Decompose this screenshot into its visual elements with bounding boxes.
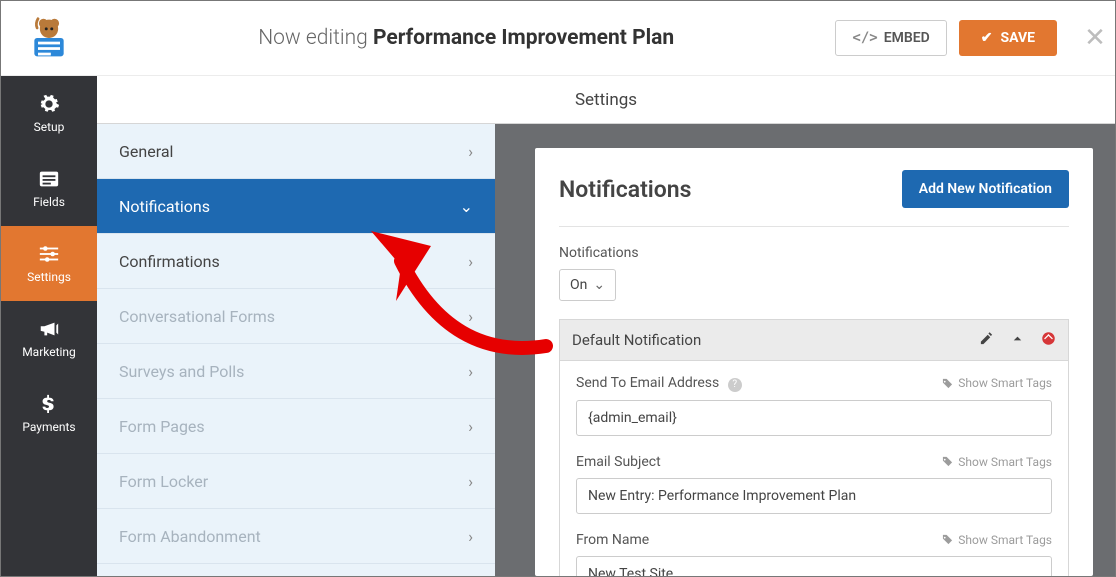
email-subject-label: Email Subject	[576, 454, 661, 470]
submenu-confirmations[interactable]: Confirmations ›	[97, 234, 495, 289]
check-icon: ✔	[981, 30, 993, 46]
chevron-up-icon[interactable]	[1010, 331, 1025, 350]
editor-header: Now editing Performance Improvement Plan…	[1, 1, 1115, 76]
tag-icon	[942, 456, 953, 467]
send-to-email-input[interactable]	[576, 400, 1052, 436]
chevron-right-icon: ›	[468, 362, 473, 381]
default-notification-body: Send To Email Address ? Show Smart Tags …	[559, 361, 1069, 576]
chevron-right-icon: ›	[468, 472, 473, 491]
code-icon: </>	[852, 30, 877, 46]
chevron-right-icon: ›	[468, 417, 473, 436]
dollar-icon	[38, 393, 60, 415]
chevron-down-icon: ⌄	[460, 197, 473, 216]
tag-icon	[942, 534, 953, 545]
chevron-right-icon: ›	[468, 252, 473, 271]
chevron-right-icon: ›	[468, 142, 473, 161]
chevron-right-icon: ›	[468, 527, 473, 546]
settings-title-bar: Settings	[97, 76, 1115, 124]
panel-title: Notifications	[559, 176, 691, 203]
chevron-down-icon: ⌄	[593, 277, 605, 293]
from-name-input[interactable]	[576, 556, 1052, 577]
submenu-surveys-and-polls[interactable]: Surveys and Polls ›	[97, 344, 495, 399]
submenu-form-abandonment[interactable]: Form Abandonment ›	[97, 509, 495, 564]
show-smart-tags-button[interactable]: Show Smart Tags	[942, 376, 1052, 390]
notifications-panel: Notifications Add New Notification Notif…	[535, 148, 1093, 576]
submenu-general[interactable]: General ›	[97, 124, 495, 179]
now-editing-prefix: Now editing	[258, 26, 368, 50]
submenu-form-locker[interactable]: Form Locker ›	[97, 454, 495, 509]
delete-icon[interactable]	[1041, 331, 1056, 350]
submenu-form-pages[interactable]: Form Pages ›	[97, 399, 495, 454]
send-to-label: Send To Email Address ?	[576, 375, 742, 392]
close-editor-button[interactable]: ✕	[1075, 23, 1115, 53]
rail-tab-payments[interactable]: Payments	[1, 376, 97, 451]
list-icon	[38, 168, 60, 190]
gear-icon	[38, 93, 60, 115]
submenu-notifications[interactable]: Notifications ⌄	[97, 179, 495, 234]
from-name-label: From Name	[576, 532, 649, 548]
notifications-toggle[interactable]: On ⌄	[559, 269, 616, 301]
embed-button[interactable]: </> EMBED	[835, 20, 946, 56]
help-icon[interactable]: ?	[728, 378, 742, 392]
settings-submenu: General › Notifications ⌄ Confirmations …	[97, 124, 495, 576]
default-notification-header[interactable]: Default Notification	[559, 319, 1069, 361]
tag-icon	[942, 378, 953, 389]
settings-canvas: Notifications Add New Notification Notif…	[495, 124, 1115, 576]
form-title: Performance Improvement Plan	[373, 26, 674, 50]
editing-title: Now editing Performance Improvement Plan	[97, 26, 835, 50]
rail-tab-fields[interactable]: Fields	[1, 151, 97, 226]
save-button[interactable]: ✔ SAVE	[959, 20, 1057, 56]
chevron-right-icon: ›	[468, 307, 473, 326]
bullhorn-icon	[38, 318, 60, 340]
notifications-sub-label: Notifications	[559, 245, 1069, 261]
sliders-icon	[38, 243, 60, 265]
wpforms-logo	[1, 16, 97, 60]
left-nav-rail: Setup Fields Settings Marketing Payments	[1, 76, 97, 576]
rail-tab-marketing[interactable]: Marketing	[1, 301, 97, 376]
rail-tab-settings[interactable]: Settings	[1, 226, 97, 301]
show-smart-tags-button[interactable]: Show Smart Tags	[942, 455, 1052, 469]
add-new-notification-button[interactable]: Add New Notification	[902, 170, 1069, 208]
submenu-conversational-forms[interactable]: Conversational Forms ›	[97, 289, 495, 344]
edit-icon[interactable]	[979, 331, 994, 350]
show-smart-tags-button[interactable]: Show Smart Tags	[942, 533, 1052, 547]
rail-tab-setup[interactable]: Setup	[1, 76, 97, 151]
email-subject-input[interactable]	[576, 478, 1052, 514]
